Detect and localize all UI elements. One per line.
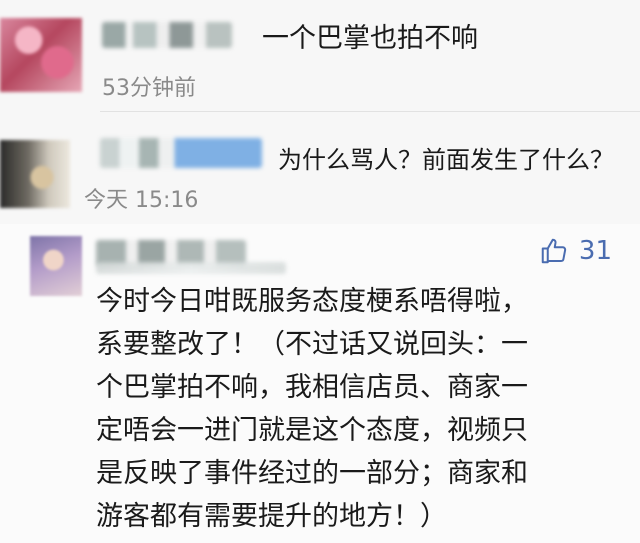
- comment-timestamp: 今天 15:16: [84, 188, 199, 213]
- commenter-tag-blurred: [96, 262, 286, 274]
- comment-text-line: 定唔会一进门就是这个态度，视频只: [96, 415, 528, 446]
- comment-text-line: 是反映了事件经过的一部分；商家和: [96, 458, 528, 489]
- avatar[interactable]: [30, 236, 82, 296]
- comment-thread: 一个巴掌也拍不响 53分钟前 为什么骂人？前面发生了什么？ 今天 15:16 3…: [0, 0, 640, 543]
- comment-text-line: 今时今日咁既服务态度梗系唔得啦，: [96, 286, 528, 317]
- commenter-name-blurred[interactable]: [102, 22, 232, 48]
- comment-text: 为什么骂人？前面发生了什么？: [278, 146, 614, 174]
- comment-text-line: 系要整改了！（不过话又说回头：一: [96, 329, 528, 360]
- avatar[interactable]: [0, 18, 82, 92]
- like-button[interactable]: 31: [539, 236, 612, 266]
- comment-text-line: 游客都有需要提升的地方！）: [96, 501, 447, 532]
- comment-text: 今时今日咁既服务态度梗系唔得啦， 系要整改了！（不过话又说回头：一 个巴掌拍不响…: [96, 280, 616, 538]
- thumbs-up-icon: [539, 236, 569, 266]
- comment-text: 一个巴掌也拍不响: [262, 23, 478, 54]
- avatar[interactable]: [0, 140, 70, 208]
- comment-timestamp: 53分钟前: [102, 76, 196, 101]
- like-count: 31: [578, 236, 612, 266]
- commenter-name-blurred[interactable]: [100, 138, 262, 168]
- comment-text-line: 个巴掌拍不响，我相信店员、商家一: [96, 372, 528, 403]
